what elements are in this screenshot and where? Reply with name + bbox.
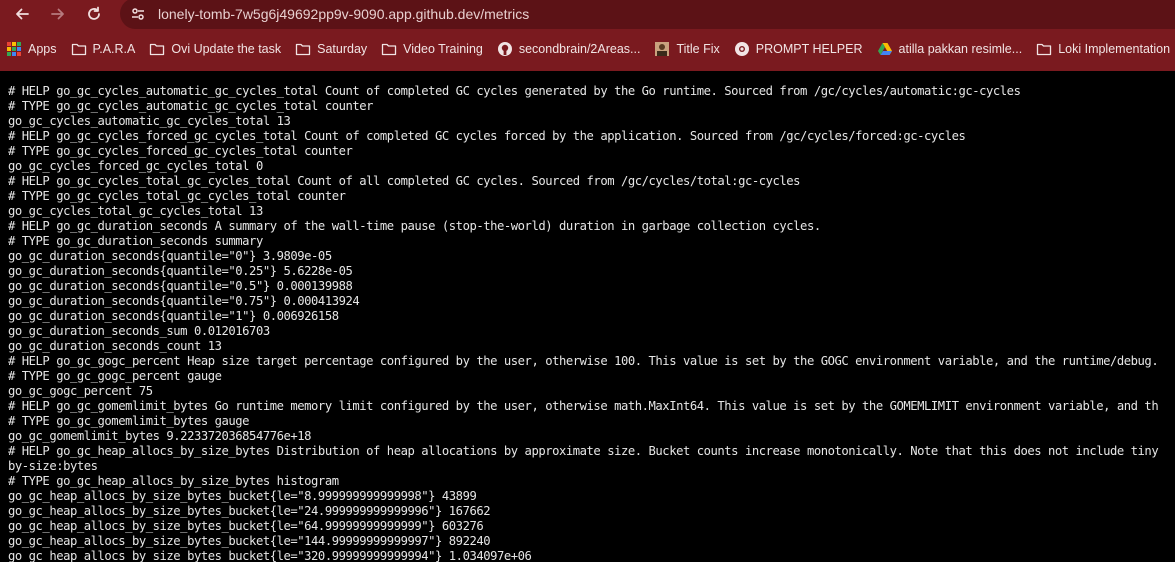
metric-comment-line: # HELP go_gc_heap_allocs_by_size_bytes D… [8, 444, 1159, 458]
bookmark-label: Apps [28, 42, 57, 56]
metric-value-line: go_gc_heap_allocs_by_size_bytes_bucket{l… [8, 549, 532, 562]
metric-value-line: go_gc_duration_seconds{quantile="0.25"} … [8, 264, 353, 278]
metric-comment-line: # HELP go_gc_cycles_forced_gc_cycles_tot… [8, 129, 966, 143]
github-icon [497, 41, 513, 57]
metric-comment-line: # HELP go_gc_gomemlimit_bytes Go runtime… [8, 399, 1159, 413]
bookmark-item[interactable]: atilla pakkan resimle... [871, 36, 1029, 62]
metric-value-line: go_gc_gogc_percent 75 [8, 384, 153, 398]
bookmark-label: Loki Implementation [1058, 42, 1171, 56]
bookmark-label: secondbrain/2Areas... [518, 42, 641, 56]
url-text[interactable]: lonely-tomb-7w5g6j49692pp9v-9090.app.git… [158, 6, 529, 22]
metric-value-line: go_gc_duration_seconds{quantile="1"} 0.0… [8, 309, 339, 323]
folder-icon [1036, 41, 1052, 57]
bookmark-item[interactable]: Ovi Update the task [143, 36, 287, 62]
folder-icon [149, 41, 165, 57]
metric-value-line: go_gc_cycles_forced_gc_cycles_total 0 [8, 159, 263, 173]
arrow-left-icon [16, 8, 29, 20]
arrow-right-icon [51, 8, 64, 20]
metrics-text: # HELP go_gc_cycles_automatic_gc_cycles_… [0, 71, 1175, 562]
metric-comment-line: # TYPE go_gc_heap_allocs_by_size_bytes h… [8, 474, 339, 488]
bookmark-item[interactable]: Title Fix [648, 36, 725, 62]
metric-value-line: go_gc_duration_seconds{quantile="0.5"} 0… [8, 279, 353, 293]
back-button[interactable] [8, 0, 36, 28]
google-drive-icon [877, 41, 893, 57]
bookmark-label: Video Training [403, 42, 483, 56]
metric-value-line: go_gc_cycles_total_gc_cycles_total 13 [8, 204, 263, 218]
chrome-icon [734, 41, 750, 57]
metric-comment-line: # TYPE go_gc_gomemlimit_bytes gauge [8, 414, 250, 428]
metric-value-line: go_gc_gomemlimit_bytes 9.223372036854776… [8, 429, 312, 443]
bookmark-item[interactable]: P.A.R.A [65, 36, 142, 62]
bookmark-item[interactable]: PROMPT HELPER [728, 36, 869, 62]
metric-value-line: go_gc_duration_seconds{quantile="0.75"} … [8, 294, 360, 308]
metric-value-line: go_gc_cycles_automatic_gc_cycles_total 1… [8, 114, 291, 128]
reload-button[interactable] [80, 0, 108, 28]
metric-value-line: go_gc_heap_allocs_by_size_bytes_bucket{l… [8, 489, 477, 503]
metric-value-line: go_gc_heap_allocs_by_size_bytes_bucket{l… [8, 519, 484, 533]
metric-comment-line: # TYPE go_gc_duration_seconds summary [8, 234, 263, 248]
metric-value-line: go_gc_heap_allocs_by_size_bytes_bucket{l… [8, 534, 491, 548]
metric-value-line: go_gc_duration_seconds_count 13 [8, 339, 222, 353]
forward-button[interactable] [44, 0, 72, 28]
metric-comment-line: # TYPE go_gc_cycles_automatic_gc_cycles_… [8, 99, 374, 113]
tune-icon [132, 7, 144, 20]
metric-value-line: by-size:bytes [8, 459, 98, 473]
metric-comment-line: # HELP go_gc_gogc_percent Heap size targ… [8, 354, 1159, 368]
metric-value-line: go_gc_duration_seconds{quantile="0"} 3.9… [8, 249, 332, 263]
bookmark-label: Title Fix [676, 42, 720, 56]
site-info-button[interactable] [126, 2, 150, 26]
metric-comment-line: # TYPE go_gc_gogc_percent gauge [8, 369, 222, 383]
bookmark-label: atilla pakkan resimle... [898, 42, 1023, 56]
metric-comment-line: # TYPE go_gc_cycles_total_gc_cycles_tota… [8, 189, 346, 203]
avatar-icon [654, 41, 670, 57]
metric-comment-line: # HELP go_gc_cycles_total_gc_cycles_tota… [8, 174, 801, 188]
bookmark-item[interactable]: Saturday [289, 36, 373, 62]
folder-icon [71, 41, 87, 57]
bookmark-item[interactable]: Loki Implementation [1030, 36, 1175, 62]
apps-grid-icon [6, 41, 22, 57]
folder-icon [381, 41, 397, 57]
bookmarks-bar: Apps P.A.R.A Ovi Update the task Saturday Vi… [0, 35, 1175, 63]
browser-toolbar: lonely-tomb-7w5g6j49692pp9v-9090.app.git… [0, 0, 1175, 29]
page-content: # HELP go_gc_cycles_automatic_gc_cycles_… [0, 71, 1175, 562]
bookmark-label: Ovi Update the task [171, 42, 282, 56]
metric-value-line: go_gc_heap_allocs_by_size_bytes_bucket{l… [8, 504, 491, 518]
bookmark-label: PROMPT HELPER [755, 42, 863, 56]
metric-value-line: go_gc_duration_seconds_sum 0.012016703 [8, 324, 270, 338]
reload-icon [88, 6, 100, 20]
bookmark-item[interactable]: secondbrain/2Areas... [491, 36, 647, 62]
metric-comment-line: # HELP go_gc_duration_seconds A summary … [8, 219, 821, 233]
folder-icon [295, 41, 311, 57]
bookmark-item[interactable]: Video Training [375, 36, 489, 62]
bookmark-label: P.A.R.A [92, 42, 136, 56]
browser-chrome: lonely-tomb-7w5g6j49692pp9v-9090.app.git… [0, 0, 1175, 71]
metric-comment-line: # HELP go_gc_cycles_automatic_gc_cycles_… [8, 84, 1021, 98]
bookmark-item[interactable]: Apps [0, 36, 63, 62]
metric-comment-line: # TYPE go_gc_cycles_forced_gc_cycles_tot… [8, 144, 353, 158]
address-bar[interactable]: lonely-tomb-7w5g6j49692pp9v-9090.app.git… [120, 0, 1175, 29]
bookmark-label: Saturday [317, 42, 368, 56]
